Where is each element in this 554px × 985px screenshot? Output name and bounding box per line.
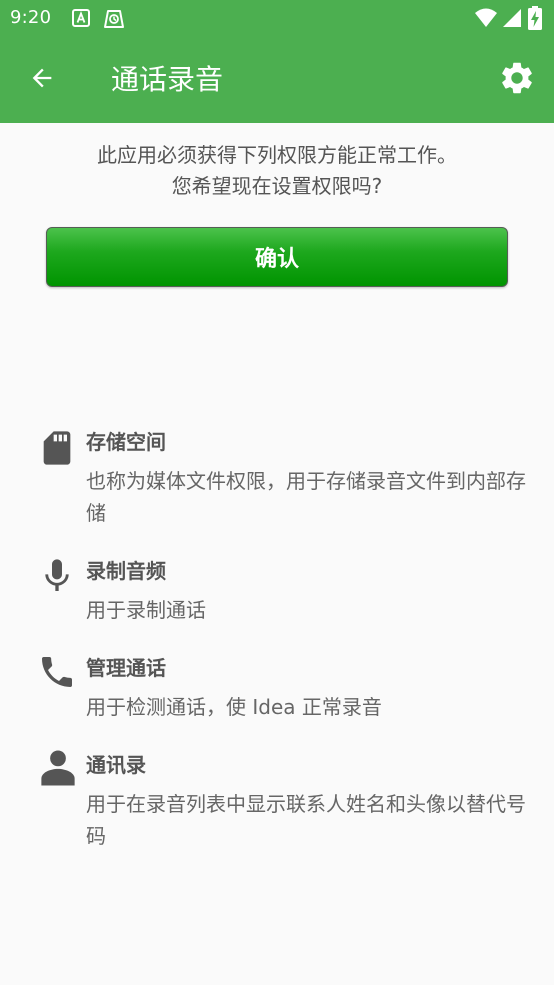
phone-icon	[37, 652, 77, 692]
arrow-left-icon	[28, 64, 56, 96]
permission-title: 存储空间	[86, 430, 166, 454]
microphone-icon	[37, 556, 77, 596]
message-line-1: 此应用必须获得下列权限方能正常工作。	[97, 143, 457, 167]
gear-icon	[498, 59, 536, 101]
wifi-icon	[474, 7, 497, 29]
app-bar: 通话录音	[0, 38, 554, 123]
status-bar: 9:20	[0, 0, 554, 38]
back-button[interactable]	[18, 56, 66, 104]
message-line-2: 您希望现在设置权限吗?	[171, 174, 383, 198]
status-time: 9:20	[10, 7, 52, 28]
settings-button[interactable]	[493, 56, 541, 104]
page-title: 通话录音	[111, 63, 224, 96]
signal-icon	[502, 8, 524, 30]
permission-message: 此应用必须获得下列权限方能正常工作。 您希望现在设置权限吗?	[0, 140, 554, 202]
permission-description: 用于在录音列表中显示联系人姓名和头像以替代号码	[86, 792, 526, 848]
battery-charging-icon	[528, 6, 550, 30]
permission-description: 用于录制通话	[86, 598, 206, 622]
sd-card-icon	[37, 428, 77, 468]
confirm-button[interactable]: 确认	[46, 227, 508, 287]
person-icon	[37, 747, 77, 787]
a-notification-icon	[71, 8, 93, 30]
permission-title: 录制音频	[86, 559, 166, 583]
permission-title: 管理通话	[86, 656, 166, 680]
permission-description: 也称为媒体文件权限，用于存储录音文件到内部存储	[86, 469, 526, 525]
permission-title: 通讯录	[86, 753, 146, 777]
permission-description: 用于检测通话，使 Idea 正常录音	[86, 695, 382, 719]
cleaner-notification-icon	[102, 8, 124, 30]
